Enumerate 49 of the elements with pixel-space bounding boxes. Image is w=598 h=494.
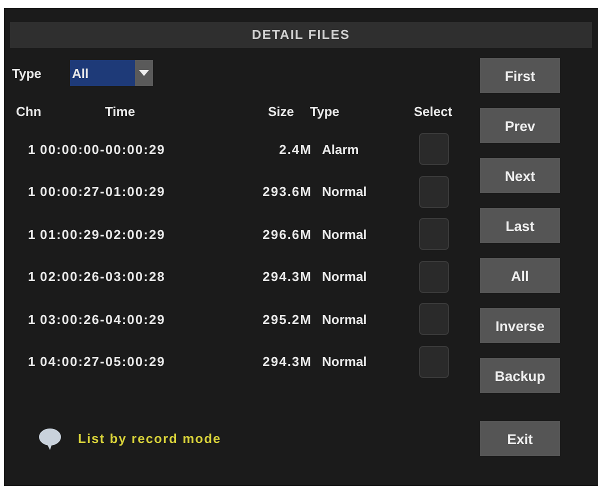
checkbox[interactable] bbox=[419, 133, 449, 166]
caret-icon bbox=[135, 60, 153, 86]
action-button[interactable]: All bbox=[480, 258, 560, 293]
table-cell-text: Normal bbox=[321, 312, 368, 327]
window-title: DETAIL FILES bbox=[10, 22, 592, 48]
table-cell-text: Alarm bbox=[321, 142, 360, 157]
table-cell-text: 1 bbox=[27, 226, 36, 242]
table-cell-text: Normal bbox=[321, 184, 368, 200]
table-cell-text: 1 bbox=[27, 142, 36, 157]
hint-text: List by record mode bbox=[78, 431, 222, 446]
action-button[interactable]: Inverse bbox=[480, 308, 560, 343]
table-cell-text: 294.3M bbox=[262, 269, 312, 284]
table-cell-text: Normal bbox=[321, 354, 368, 370]
table-cell-text: 00:00:27-01:00:29 bbox=[40, 184, 166, 200]
table-cell-text: Normal bbox=[321, 269, 368, 284]
table-cell-text: 2.4M bbox=[278, 142, 312, 157]
table-cell-text: 1 bbox=[27, 269, 36, 284]
exit-button[interactable]: Exit bbox=[480, 421, 560, 456]
column-header: Select bbox=[412, 104, 454, 118]
column-header: Chn bbox=[15, 104, 40, 118]
table-cell-text: 01:00:29-02:00:29 bbox=[40, 226, 166, 242]
action-button[interactable]: First bbox=[480, 58, 560, 93]
checkbox[interactable] bbox=[419, 260, 449, 293]
checkbox[interactable] bbox=[419, 303, 449, 336]
table-cell-text: 295.2M bbox=[262, 312, 312, 327]
table-cell-text: 293.6M bbox=[262, 184, 312, 200]
type-label: Type bbox=[12, 66, 42, 80]
table-cell-text: 00:00:00-00:00:29 bbox=[40, 142, 166, 157]
speech-bubble-icon bbox=[38, 426, 62, 450]
column-header: Size bbox=[266, 104, 295, 118]
table-cell-text: 1 bbox=[27, 184, 36, 200]
checkbox[interactable] bbox=[419, 218, 449, 250]
table-cell-text: 04:00:27-05:00:29 bbox=[40, 354, 166, 370]
action-button[interactable]: Last bbox=[480, 208, 560, 243]
action-button[interactable]: Next bbox=[480, 158, 560, 193]
column-header: Time bbox=[104, 104, 136, 118]
table-cell-text: Normal bbox=[321, 226, 368, 242]
checkbox[interactable] bbox=[419, 346, 449, 378]
table-cell-text: 1 bbox=[27, 354, 36, 370]
action-button[interactable]: Backup bbox=[480, 358, 560, 393]
table-cell-text: 03:00:26-04:00:29 bbox=[40, 312, 166, 327]
table-cell-text: 02:00:26-03:00:28 bbox=[40, 269, 166, 284]
column-header: Type bbox=[309, 104, 340, 118]
table-cell-text: 294.3M bbox=[262, 354, 312, 370]
table-cell-text: 296.6M bbox=[262, 226, 312, 242]
table-cell-text: 1 bbox=[27, 312, 36, 327]
checkbox[interactable] bbox=[419, 176, 449, 208]
action-button[interactable]: Prev bbox=[480, 108, 560, 143]
type-dropdown[interactable]: All bbox=[70, 60, 153, 86]
